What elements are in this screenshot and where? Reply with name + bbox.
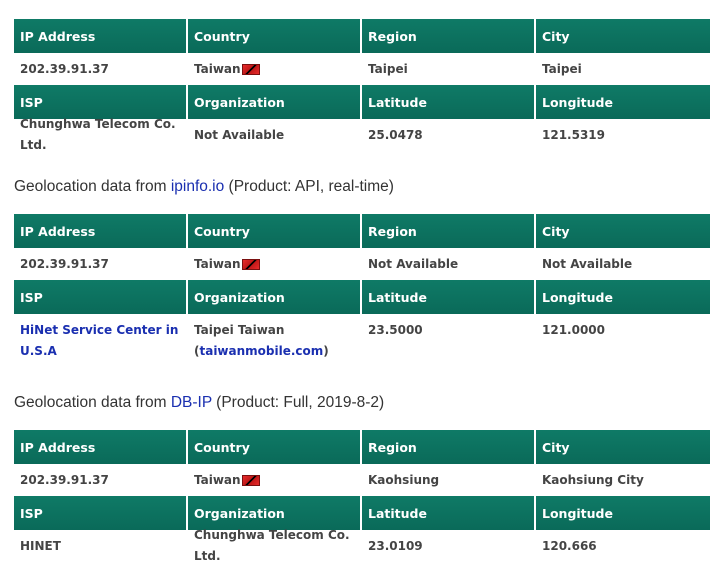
geolocation-caption-dbip: Geolocation data from DB-IP (Product: Fu…	[14, 394, 384, 412]
isp-link[interactable]: HiNet Service Center in U.S.A	[20, 323, 178, 358]
col-header-city: City	[536, 214, 710, 248]
city-value: Kaohsiung City	[542, 472, 644, 487]
city-value: Not Available	[542, 256, 633, 271]
col-header-latitude: Latitude	[362, 496, 536, 530]
col-header-country: Country	[188, 430, 362, 464]
country-name: Taiwan	[194, 472, 241, 487]
col-header-isp: ISP	[14, 280, 188, 314]
col-header-ip: IP Address	[14, 19, 188, 53]
latitude-value: 25.0478	[368, 127, 423, 142]
col-header-latitude: Latitude	[362, 280, 536, 314]
organization-value: Chunghwa Telecom Co. Ltd.	[194, 528, 350, 563]
col-header-longitude: Longitude	[536, 496, 710, 530]
table-row: Chunghwa Telecom Co. Ltd. Not Available …	[14, 117, 710, 152]
country-value: Taiwan	[188, 53, 362, 85]
latitude-value: 23.0109	[368, 538, 423, 553]
caption-prefix: Geolocation data from	[14, 178, 171, 195]
col-header-city: City	[536, 430, 710, 464]
taiwan-flag-icon	[241, 63, 260, 75]
country-name: Taiwan	[194, 61, 241, 76]
country-value: Taiwan	[188, 248, 362, 280]
organization-line-1: Taipei Taiwan	[194, 323, 285, 337]
col-header-country: Country	[188, 214, 362, 248]
region-value: Kaohsiung	[368, 472, 440, 487]
col-header-isp: ISP	[14, 496, 188, 530]
city-value: Taipei	[542, 61, 582, 76]
isp-line-2: U.S.A	[20, 344, 57, 358]
taiwan-flag-icon	[241, 474, 260, 486]
ip-value: 202.39.91.37	[20, 61, 109, 76]
ipinfo-link[interactable]: ipinfo.io	[171, 178, 224, 195]
geolocation-caption-ipinfo: Geolocation data from ipinfo.io (Product…	[14, 178, 394, 196]
country-value: Taiwan	[188, 464, 362, 496]
col-header-city: City	[536, 19, 710, 53]
geo-table-1: IP Address Country Region City 202.39.91…	[14, 19, 710, 152]
table-row: 202.39.91.37 Taiwan Kaohsiung Kaohsiung …	[14, 464, 710, 496]
col-header-region: Region	[362, 19, 536, 53]
taiwan-flag-icon	[241, 258, 260, 270]
col-header-country: Country	[188, 19, 362, 53]
table-header-row: ISP Organization Latitude Longitude	[14, 496, 710, 530]
table-header-row: IP Address Country Region City	[14, 430, 710, 464]
latitude-value: 23.5000	[368, 323, 423, 337]
table-header-row: ISP Organization Latitude Longitude	[14, 280, 710, 314]
organization-value: Taipei Taiwan (taiwanmobile.com)	[188, 314, 362, 374]
col-header-longitude: Longitude	[536, 85, 710, 119]
region-value: Not Available	[368, 256, 459, 271]
table-row: 202.39.91.37 Taiwan Not Available Not Av…	[14, 248, 710, 280]
organization-domain-link[interactable]: taiwanmobile.com	[199, 344, 323, 358]
isp-value: HiNet Service Center in U.S.A	[14, 314, 188, 374]
longitude-value: 121.5319	[542, 127, 606, 142]
table-row: HiNet Service Center in U.S.A Taipei Taiw…	[14, 314, 710, 374]
col-header-region: Region	[362, 214, 536, 248]
organization-value: Not Available	[194, 127, 285, 142]
col-header-latitude: Latitude	[362, 85, 536, 119]
col-header-organization: Organization	[188, 280, 362, 314]
longitude-value: 120.666	[542, 538, 597, 553]
caption-suffix: (Product: API, real-time)	[224, 178, 394, 195]
caption-prefix: Geolocation data from	[14, 394, 171, 411]
table-row: 202.39.91.37 Taiwan Taipei Taipei	[14, 53, 710, 85]
country-name: Taiwan	[194, 256, 241, 271]
ip-value: 202.39.91.37	[20, 256, 109, 271]
geo-table-2: IP Address Country Region City 202.39.91…	[14, 214, 710, 374]
col-header-longitude: Longitude	[536, 280, 710, 314]
col-header-ip: IP Address	[14, 430, 188, 464]
table-row: HINET Chunghwa Telecom Co. Ltd. 23.0109 …	[14, 528, 710, 563]
paren-close: )	[323, 344, 329, 358]
dbip-link[interactable]: DB-IP	[171, 394, 212, 411]
isp-line-1: HiNet Service Center in	[20, 323, 179, 337]
col-header-organization: Organization	[188, 85, 362, 119]
longitude-value: 121.0000	[542, 323, 606, 337]
col-header-ip: IP Address	[14, 214, 188, 248]
geo-table-3: IP Address Country Region City 202.39.91…	[14, 430, 710, 563]
caption-suffix: (Product: Full, 2019-8-2)	[211, 394, 385, 411]
col-header-region: Region	[362, 430, 536, 464]
region-value: Taipei	[368, 61, 408, 76]
isp-value: Chunghwa Telecom Co. Ltd.	[20, 117, 176, 152]
table-header-row: IP Address Country Region City	[14, 19, 710, 53]
isp-value: HINET	[20, 538, 61, 553]
ip-value: 202.39.91.37	[20, 472, 109, 487]
table-header-row: IP Address Country Region City	[14, 214, 710, 248]
